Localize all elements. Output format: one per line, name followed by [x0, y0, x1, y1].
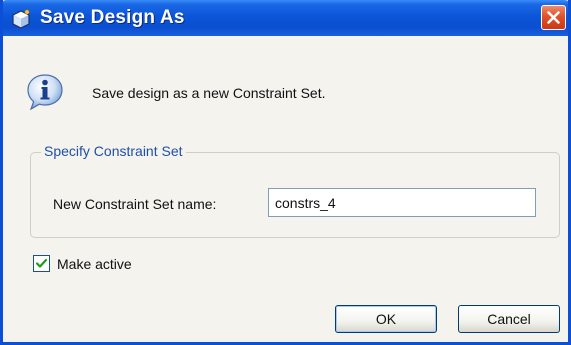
info-message: Save design as a new Constraint Set.: [92, 85, 326, 101]
app-cube-icon: [10, 8, 32, 30]
make-active-checkbox[interactable]: [33, 255, 50, 272]
close-icon: [547, 11, 560, 24]
constraint-set-group: Specify Constraint Set New Constraint Se…: [30, 143, 560, 238]
make-active-label[interactable]: Make active: [57, 256, 132, 272]
save-design-dialog: Save Design As Save design as a new Cons…: [0, 0, 571, 345]
dialog-content: Save design as a new Constraint Set. Spe…: [3, 36, 568, 342]
constraint-set-name-input[interactable]: [268, 188, 536, 217]
info-icon: [25, 72, 65, 112]
dialog-title: Save Design As: [40, 7, 185, 28]
cancel-button[interactable]: Cancel: [458, 305, 560, 333]
group-label: Specify Constraint Set: [41, 143, 186, 159]
checkmark-icon: [35, 258, 48, 268]
title-bar[interactable]: Save Design As: [3, 0, 568, 36]
constraint-set-name-label: New Constraint Set name:: [53, 196, 217, 212]
ok-button[interactable]: OK: [335, 305, 437, 333]
close-button[interactable]: [541, 5, 566, 30]
